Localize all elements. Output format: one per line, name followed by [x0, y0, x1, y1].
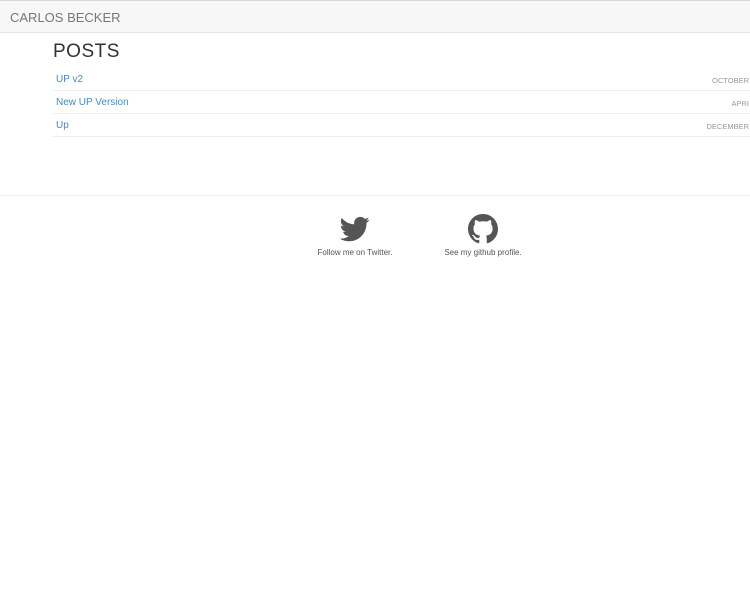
github-icon [468, 214, 498, 244]
site-brand-link[interactable]: CARLOS BECKER [10, 10, 121, 25]
post-link[interactable]: UP v2 [56, 74, 83, 85]
github-caption: See my github profile. [444, 248, 522, 257]
post-date: APRI [731, 99, 749, 108]
post-link[interactable]: Up [56, 120, 69, 131]
post-date: DECEMBER [706, 122, 749, 131]
twitter-link[interactable]: Follow me on Twitter. [290, 214, 420, 257]
github-link[interactable]: See my github profile. [418, 214, 548, 257]
page-title: POSTS [53, 41, 120, 62]
post-list: UP v2 OCTOBER New UP Version APRI Up DEC… [53, 68, 750, 137]
top-navbar: CARLOS BECKER [0, 0, 750, 33]
post-link[interactable]: New UP Version [56, 97, 129, 108]
list-item: Up DECEMBER [53, 114, 750, 137]
list-item: UP v2 OCTOBER [53, 68, 750, 91]
list-item: New UP Version APRI [53, 91, 750, 114]
post-date: OCTOBER [712, 76, 749, 85]
twitter-icon [340, 216, 370, 242]
footer-divider [0, 195, 750, 196]
twitter-caption: Follow me on Twitter. [317, 248, 393, 257]
